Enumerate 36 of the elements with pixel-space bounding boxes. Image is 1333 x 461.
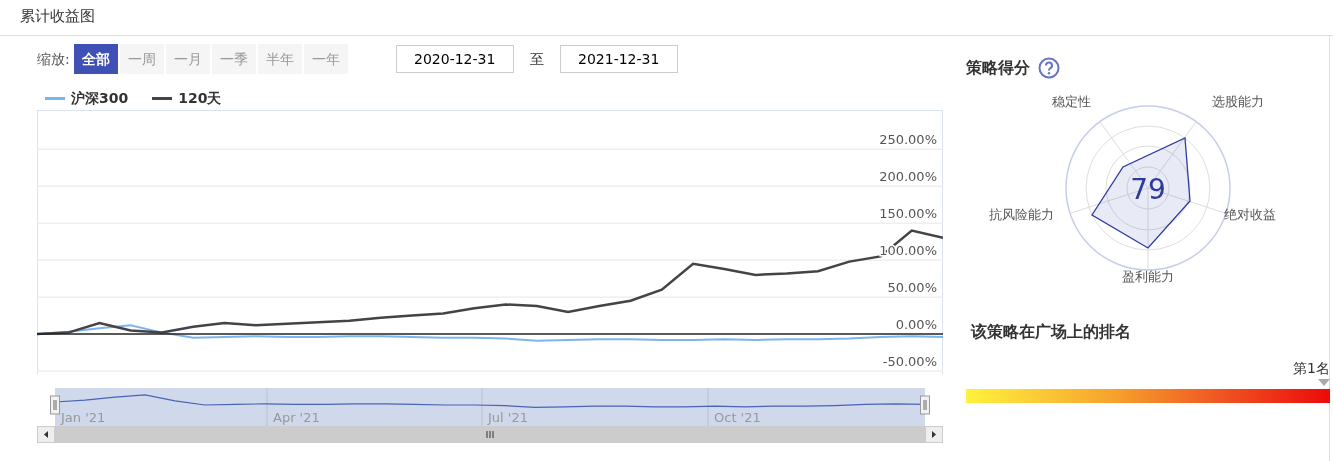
legend-item[interactable]: 沪深300 <box>71 87 129 109</box>
help-icon[interactable] <box>1038 57 1060 79</box>
radar-axis-label: 抗风险能力 <box>989 207 1054 222</box>
legend-item[interactable]: 120天 <box>178 87 222 109</box>
range-handle[interactable] <box>920 395 930 415</box>
legend-swatch <box>45 96 65 100</box>
navigator-date-label: Jan '21 <box>61 410 106 425</box>
navigator-date-label: Oct '21 <box>714 410 761 425</box>
axis-tick-label: 0.00% <box>895 317 937 333</box>
rank-marker-icon <box>1318 379 1330 387</box>
axis-tick-label: 50.00% <box>887 280 937 296</box>
ranking-title: 该策略在广场上的排名 <box>971 321 1132 343</box>
zoom-label: 缩放: <box>37 49 70 69</box>
radar-axis-label: 选股能力 <box>1212 94 1264 109</box>
start-date-field[interactable]: 2020-12-31 <box>395 45 514 73</box>
scroll-right-button[interactable] <box>925 426 943 443</box>
axis-tick-label: -50.00% <box>882 354 937 370</box>
rank-label: 第1名 <box>1293 359 1330 378</box>
axis-tick-label: 150.00% <box>879 206 937 222</box>
radar-axis-label: 绝对收益 <box>1224 207 1276 222</box>
legend-swatch <box>152 96 173 100</box>
scrollbar-thumb[interactable] <box>55 426 925 443</box>
score-value: 79 <box>1130 173 1166 206</box>
navigator-date-label: Apr '21 <box>273 410 320 425</box>
zoom-button[interactable]: 全部 <box>73 44 118 74</box>
score-title: 策略得分 <box>966 57 1030 79</box>
axis-tick-label: 200.00% <box>879 169 937 185</box>
scroll-left-button[interactable] <box>37 426 55 443</box>
range-handle[interactable] <box>50 395 60 415</box>
end-date-field[interactable]: 2021-12-31 <box>559 45 678 73</box>
section-title: 累计收益图 <box>20 7 95 25</box>
radar-axis-label: 稳定性 <box>1051 94 1091 109</box>
radar-axis-label: 盈利能力 <box>1122 269 1174 284</box>
separator-label: 至 <box>529 49 544 69</box>
navigator-date-label: Jul '21 <box>488 410 528 425</box>
axis-tick-label: 250.00% <box>879 132 937 148</box>
